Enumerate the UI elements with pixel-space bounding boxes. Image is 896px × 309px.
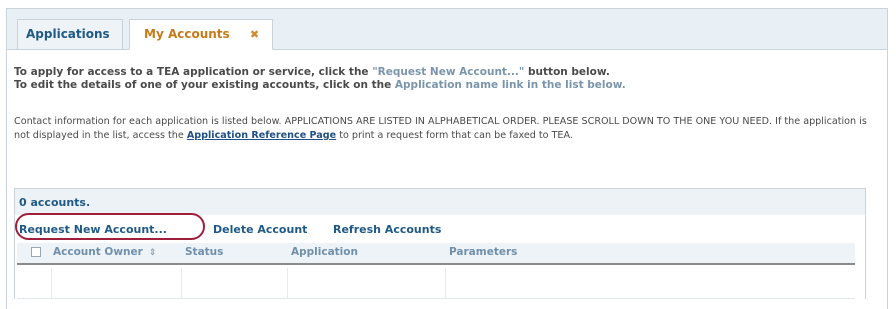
accounts-panel: 0 accounts. Request New Account... Delet… bbox=[14, 188, 866, 299]
column-account-owner[interactable]: Account Owner ⇕ bbox=[53, 246, 156, 258]
column-divider bbox=[287, 268, 288, 298]
tab-bar: Applications My Accounts ✖ bbox=[7, 9, 887, 50]
application-reference-link[interactable]: Application Reference Page bbox=[187, 130, 336, 141]
instruction-highlight: Application name link in the list below. bbox=[394, 79, 626, 91]
close-icon[interactable]: ✖ bbox=[250, 28, 259, 41]
instruction-text: button below. bbox=[524, 66, 610, 78]
tab-applications-label: Applications bbox=[26, 27, 110, 41]
table-row-empty bbox=[17, 268, 855, 299]
instruction-highlight: "Request New Account..." bbox=[372, 66, 525, 78]
column-label: Account Owner bbox=[53, 246, 143, 258]
contact-text: to print a request form that can be faxe… bbox=[336, 130, 573, 141]
column-status[interactable]: Status bbox=[185, 246, 223, 258]
column-parameters[interactable]: Parameters bbox=[449, 246, 517, 258]
tab-applications[interactable]: Applications bbox=[17, 19, 123, 49]
tab-my-accounts-label: My Accounts bbox=[144, 27, 230, 41]
instructions: To apply for access to a TEA application… bbox=[14, 66, 626, 92]
column-divider bbox=[445, 268, 446, 298]
accounts-table-header: Account Owner ⇕ Status Application Parame… bbox=[17, 243, 855, 265]
select-all-checkbox[interactable] bbox=[31, 247, 41, 257]
accounts-panel-header: 0 accounts. bbox=[15, 189, 865, 215]
column-application[interactable]: Application bbox=[291, 246, 358, 258]
accounts-toolbar: Request New Account... Delete Account Re… bbox=[15, 213, 865, 243]
instruction-text: To edit the details of one of your exist… bbox=[14, 79, 395, 91]
column-divider bbox=[51, 268, 52, 298]
tab-my-accounts[interactable]: My Accounts ✖ bbox=[129, 19, 273, 50]
instruction-line-1: To apply for access to a TEA application… bbox=[14, 66, 626, 79]
accounts-count: 0 accounts. bbox=[19, 196, 91, 209]
request-new-account-button[interactable]: Request New Account... bbox=[19, 223, 167, 236]
sort-icon: ⇕ bbox=[148, 248, 157, 258]
contact-info: Contact information for each application… bbox=[14, 115, 884, 143]
instruction-text: To apply for access to a TEA application… bbox=[14, 66, 373, 78]
column-divider bbox=[181, 268, 182, 298]
delete-account-button[interactable]: Delete Account bbox=[213, 223, 307, 236]
refresh-accounts-button[interactable]: Refresh Accounts bbox=[333, 223, 441, 236]
instruction-line-2: To edit the details of one of your exist… bbox=[14, 79, 626, 92]
